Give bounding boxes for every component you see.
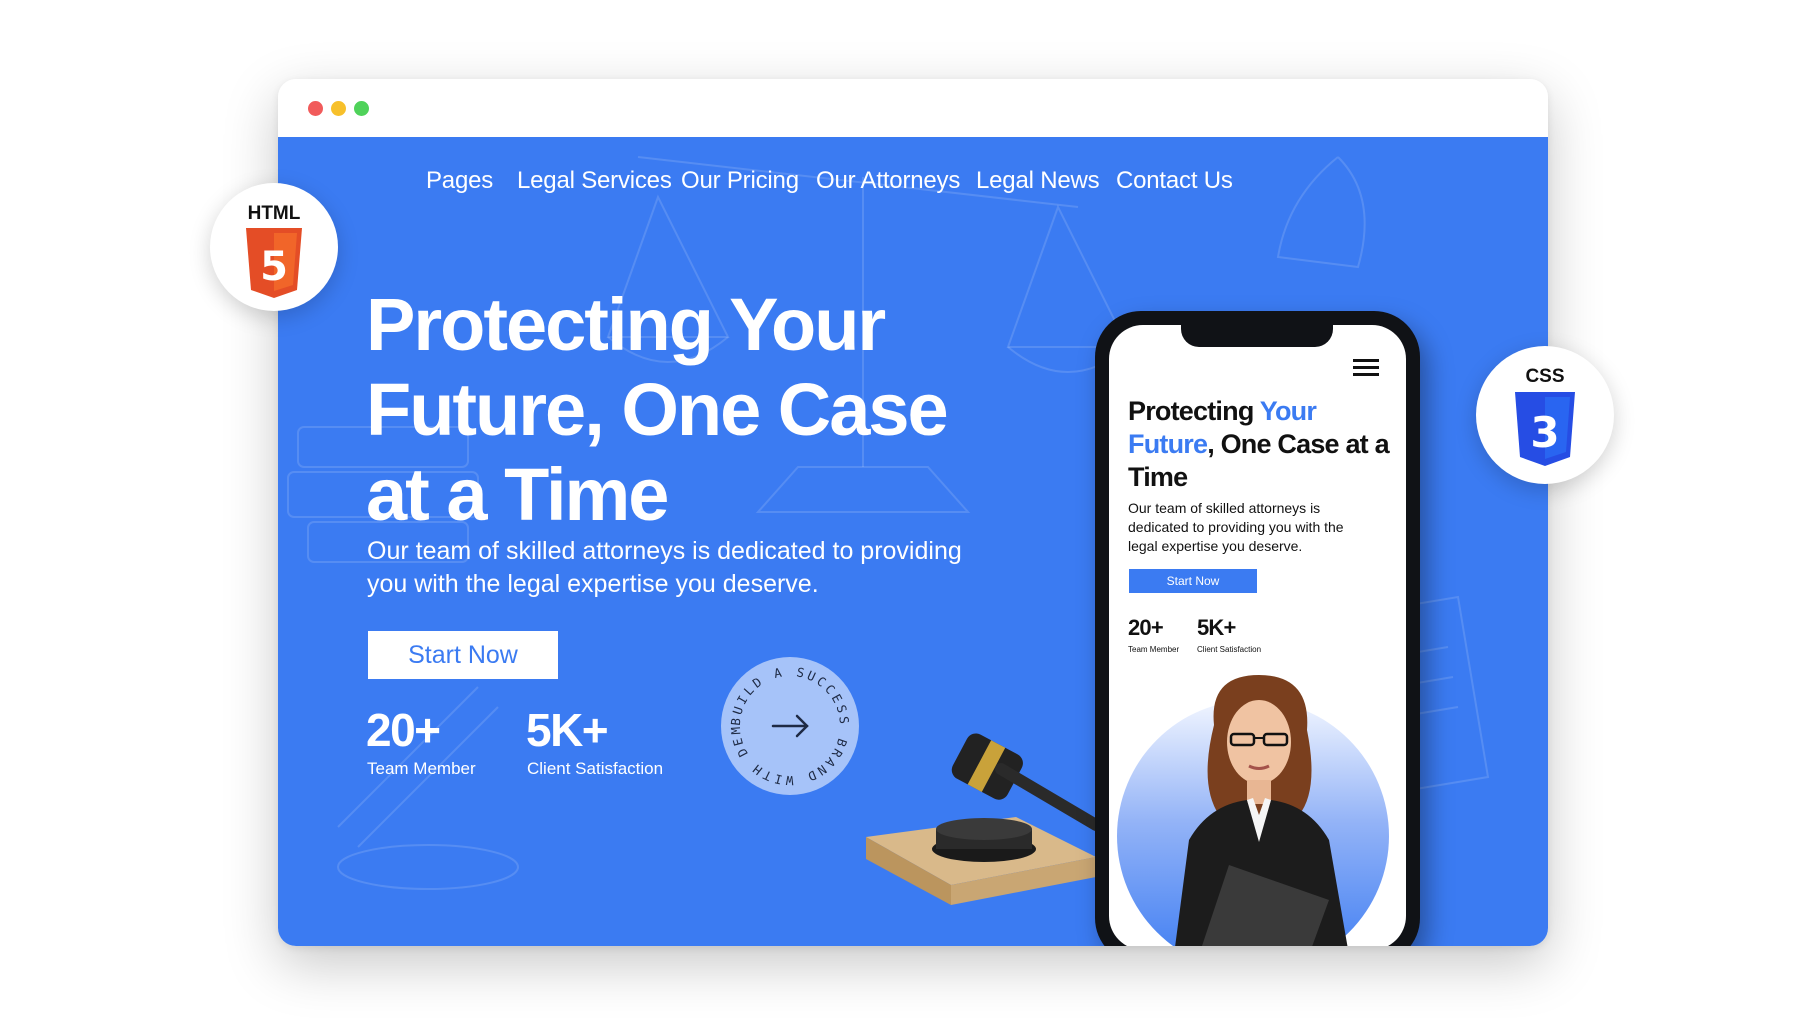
mobile-stat-clients-value: 5K+ <box>1197 615 1236 640</box>
nav-item-our-attorneys[interactable]: Our Attorneys <box>816 167 960 195</box>
close-window-button[interactable] <box>308 101 323 116</box>
maximize-window-button[interactable] <box>354 101 369 116</box>
start-now-button[interactable]: Start Now <box>368 631 558 679</box>
nav-item-pages[interactable]: Pages <box>426 167 493 195</box>
html5-icon-digit: 5 <box>260 244 288 290</box>
nav-item-legal-news[interactable]: Legal News <box>976 167 1100 195</box>
stat-clients-label: Client Satisfaction <box>527 759 664 778</box>
attorney-portrait <box>1175 675 1348 946</box>
css3-icon: 3 <box>1515 392 1575 466</box>
badge-ring-text: BUILD A SUCCESS BRAND WITH DEMO! <box>721 657 852 788</box>
html5-icon: 5 <box>246 228 302 298</box>
top-navigation: Pages Legal Services Our Pricing Our Att… <box>278 167 1548 207</box>
window-titlebar <box>278 79 1548 137</box>
hero-subtitle: Our team of skilled attorneys is dedicat… <box>367 537 962 598</box>
stat-clients-value: 5K+ <box>526 704 609 756</box>
mobile-start-now-button[interactable]: Start Now <box>1129 569 1257 593</box>
html5-badge: HTML 5 <box>210 183 338 311</box>
nav-item-our-pricing[interactable]: Our Pricing <box>681 167 799 195</box>
arrow-right-icon <box>771 714 809 738</box>
browser-window: Pages Legal Services Our Pricing Our Att… <box>278 79 1548 946</box>
css3-icon-digit: 3 <box>1530 408 1559 457</box>
gavel-image <box>866 733 1102 905</box>
success-brand-badge[interactable]: BUILD A SUCCESS BRAND WITH DEMO! <box>716 645 859 795</box>
hamburger-icon[interactable] <box>1353 359 1379 379</box>
mobile-headline-highlight-2: Future <box>1128 429 1208 459</box>
stat-team-label: Team Member <box>367 759 476 778</box>
css3-badge: CSS 3 <box>1476 346 1614 484</box>
mobile-stat-team-value: 20+ <box>1128 615 1164 640</box>
mobile-headline-part1: Protecting <box>1128 396 1260 426</box>
minimize-window-button[interactable] <box>331 101 346 116</box>
nav-item-contact-us[interactable]: Contact Us <box>1116 167 1233 195</box>
phone-notch <box>1181 325 1333 347</box>
mobile-stat-team-label: Team Member <box>1128 645 1180 654</box>
mobile-subtitle: Our team of skilled attorneys is dedicat… <box>1128 500 1344 554</box>
stat-team-value: 20+ <box>366 704 441 756</box>
badge-ring: BUILD A SUCCESS BRAND WITH DEMO! <box>716 645 852 788</box>
mobile-headline-highlight-1: Your <box>1259 396 1317 426</box>
mobile-headline: Protecting Your Future, One Case at a Tim… <box>1128 395 1398 494</box>
hero-headline: Protecting Your Future, One Case at a Ti… <box>366 283 949 536</box>
phone-mockup: Protecting Your Future, One Case at a Tim… <box>1095 311 1420 946</box>
css-label: CSS <box>1525 366 1565 387</box>
nav-item-legal-services[interactable]: Legal Services <box>517 167 672 195</box>
phone-screen: Protecting Your Future, One Case at a Tim… <box>1109 325 1406 946</box>
mobile-stat-clients-label: Client Satisfaction <box>1197 645 1262 654</box>
html-label: HTML <box>247 203 301 224</box>
hero-section: Pages Legal Services Our Pricing Our Att… <box>278 137 1548 946</box>
